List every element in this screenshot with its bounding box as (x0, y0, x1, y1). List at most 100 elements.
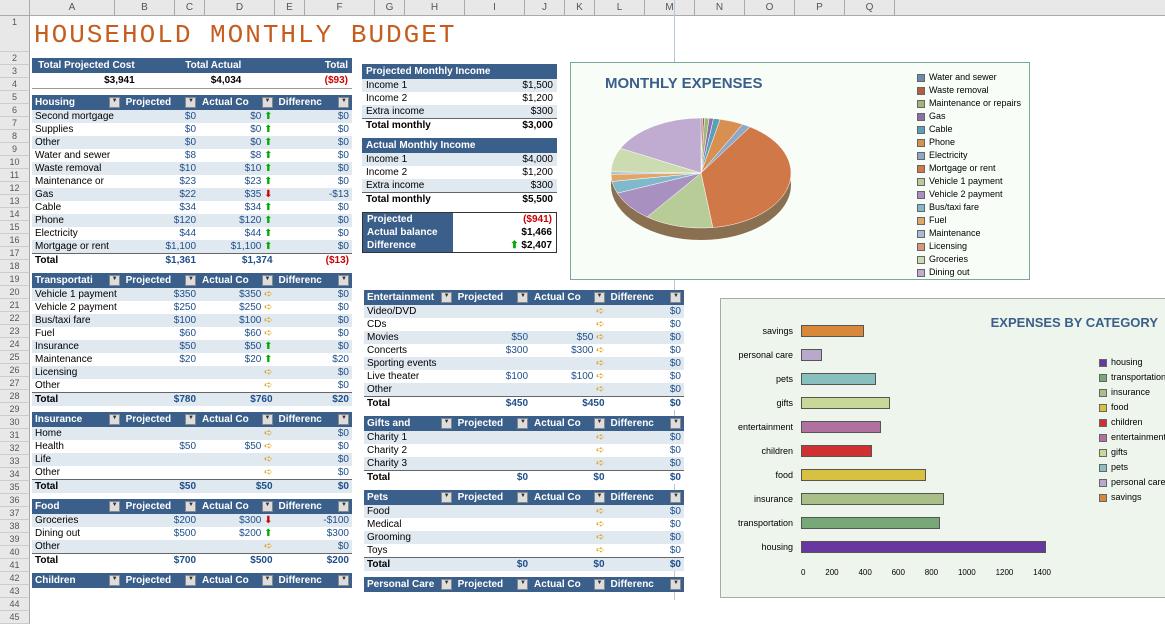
balance-box: Projected($941)Actual balance$1,466Diffe… (362, 212, 557, 253)
filter-button[interactable] (594, 492, 605, 503)
table-row[interactable]: Other $0 $0 ⬆ $0 (32, 136, 352, 149)
table-Personal Care: Personal CareProjectedActual CoDifferenc (364, 577, 684, 592)
table-total-row: Total $1,361 $1,374 ($13) (32, 253, 352, 267)
table-row[interactable]: Other ➪ $0 (364, 383, 684, 396)
table-Transportati: TransportatiProjectedActual CoDifferenc … (32, 273, 352, 406)
monthly-expenses-chart[interactable]: MONTHLY EXPENSES Water and sewerWaste re… (570, 62, 1030, 280)
filter-button[interactable] (185, 97, 196, 108)
table-Pets: PetsProjectedActual CoDifferenc Food ➪ $… (364, 490, 684, 571)
filter-button[interactable] (441, 579, 452, 590)
filter-button[interactable] (594, 292, 605, 303)
filter-button[interactable] (517, 292, 528, 303)
table-row[interactable]: Other ➪ $0 (32, 379, 352, 392)
filter-button[interactable] (517, 579, 528, 590)
expenses-by-category-chart[interactable]: EXPENSES BY CATEGORY savings personal ca… (720, 298, 1165, 598)
table-row[interactable]: Live theater $100 $100 ➪ $0 (364, 370, 684, 383)
table-total-row: Total $780 $760 $20 (32, 392, 352, 406)
filter-button[interactable] (670, 492, 681, 503)
table-row[interactable]: Cable $34 $34 ⬆ $0 (32, 201, 352, 214)
filter-button[interactable] (338, 575, 349, 586)
table-row[interactable]: Charity 2 ➪ $0 (364, 444, 684, 457)
filter-button[interactable] (670, 418, 681, 429)
filter-button[interactable] (262, 575, 273, 586)
table-total-row: Total $50 $50 $0 (32, 479, 352, 493)
table-row[interactable]: Fuel $60 $60 ➪ $0 (32, 327, 352, 340)
filter-button[interactable] (185, 575, 196, 586)
filter-button[interactable] (185, 414, 196, 425)
table-row[interactable]: Health $50 $50 ➪ $0 (32, 440, 352, 453)
table-Gifts and: Gifts andProjectedActual CoDifferenc Cha… (364, 416, 684, 484)
table-row[interactable]: Second mortgage $0 $0 ⬆ $0 (32, 110, 352, 123)
table-total-row: Total $0 $0 $0 (364, 557, 684, 571)
filter-button[interactable] (185, 501, 196, 512)
table-row[interactable]: Charity 3 ➪ $0 (364, 457, 684, 470)
filter-button[interactable] (338, 275, 349, 286)
table-Housing: HousingProjectedActual CoDifferenc Secon… (32, 95, 352, 267)
table-total-row: Total $0 $0 $0 (364, 470, 684, 484)
filter-button[interactable] (441, 292, 452, 303)
pie-legend: Water and sewerWaste removalMaintenance … (917, 71, 1021, 279)
filter-button[interactable] (441, 418, 452, 429)
table-row[interactable]: Supplies $0 $0 ⬆ $0 (32, 123, 352, 136)
filter-button[interactable] (262, 275, 273, 286)
table-row[interactable]: Maintenance $20 $20 ⬆ $20 (32, 353, 352, 366)
table-row[interactable]: Dining out $500 $200 ⬆ $300 (32, 527, 352, 540)
table-Children: ChildrenProjectedActual CoDifferenc (32, 573, 352, 588)
table-row[interactable]: Bus/taxi fare $100 $100 ➪ $0 (32, 314, 352, 327)
table-row[interactable]: Sporting events ➪ $0 (364, 357, 684, 370)
bar-legend: housingtransportationinsurancefoodchildr… (1099, 355, 1165, 505)
table-row[interactable]: Charity 1 ➪ $0 (364, 431, 684, 444)
table-row[interactable]: Licensing ➪ $0 (32, 366, 352, 379)
table-row[interactable]: Medical ➪ $0 (364, 518, 684, 531)
table-total-row: Total $450 $450 $0 (364, 396, 684, 410)
filter-button[interactable] (262, 97, 273, 108)
table-total-row: Total $700 $500 $200 (32, 553, 352, 567)
filter-button[interactable] (670, 579, 681, 590)
table-row[interactable]: Life ➪ $0 (32, 453, 352, 466)
filter-button[interactable] (262, 501, 273, 512)
table-row[interactable]: Maintenance or $23 $23 ⬆ $0 (32, 175, 352, 188)
table-row[interactable]: Mortgage or rent $1,100 $1,100 ⬆ $0 (32, 240, 352, 253)
table-row[interactable]: Vehicle 1 payment $350 $350 ➪ $0 (32, 288, 352, 301)
table-row[interactable]: CDs ➪ $0 (364, 318, 684, 331)
table-row[interactable]: Phone $120 $120 ⬆ $0 (32, 214, 352, 227)
table-row[interactable]: Vehicle 2 payment $250 $250 ➪ $0 (32, 301, 352, 314)
table-row[interactable]: Video/DVD ➪ $0 (364, 305, 684, 318)
filter-button[interactable] (441, 492, 452, 503)
table-row[interactable]: Water and sewer $8 $8 ⬆ $0 (32, 149, 352, 162)
filter-button[interactable] (594, 579, 605, 590)
totals-header: Total Projected Cost Total Actual Total (32, 58, 352, 73)
table-Food: FoodProjectedActual CoDifferenc Grocerie… (32, 499, 352, 567)
table-row[interactable]: Food ➪ $0 (364, 505, 684, 518)
filter-button[interactable] (109, 575, 120, 586)
filter-button[interactable] (670, 292, 681, 303)
filter-button[interactable] (262, 414, 273, 425)
filter-button[interactable] (338, 501, 349, 512)
table-row[interactable]: Grooming ➪ $0 (364, 531, 684, 544)
row-headers: 1234567891011121314151617181920212223242… (0, 16, 30, 624)
filter-button[interactable] (338, 97, 349, 108)
table-row[interactable]: Groceries $200 $300 ⬇ -$100 (32, 514, 352, 527)
table-row[interactable]: Insurance $50 $50 ⬆ $0 (32, 340, 352, 353)
filter-button[interactable] (517, 418, 528, 429)
table-row[interactable]: Home ➪ $0 (32, 427, 352, 440)
filter-button[interactable] (185, 275, 196, 286)
filter-button[interactable] (109, 501, 120, 512)
table-row[interactable]: Other ➪ $0 (32, 466, 352, 479)
filter-button[interactable] (517, 492, 528, 503)
filter-button[interactable] (594, 418, 605, 429)
filter-button[interactable] (338, 414, 349, 425)
page-title: HOUSEHOLD MONTHLY BUDGET (30, 16, 1165, 58)
table-Entertainment: EntertainmentProjectedActual CoDifferenc… (364, 290, 684, 410)
totals-values: $3,941 $4,034 ($93) (32, 73, 352, 89)
filter-button[interactable] (109, 414, 120, 425)
table-row[interactable]: Concerts $300 $300 ➪ $0 (364, 344, 684, 357)
table-row[interactable]: Movies $50 $50 ➪ $0 (364, 331, 684, 344)
table-row[interactable]: Other ➪ $0 (32, 540, 352, 553)
table-row[interactable]: Gas $22 $35 ⬇ -$13 (32, 188, 352, 201)
table-row[interactable]: Toys ➪ $0 (364, 544, 684, 557)
filter-button[interactable] (109, 97, 120, 108)
table-row[interactable]: Electricity $44 $44 ⬆ $0 (32, 227, 352, 240)
filter-button[interactable] (109, 275, 120, 286)
table-row[interactable]: Waste removal $10 $10 ⬆ $0 (32, 162, 352, 175)
